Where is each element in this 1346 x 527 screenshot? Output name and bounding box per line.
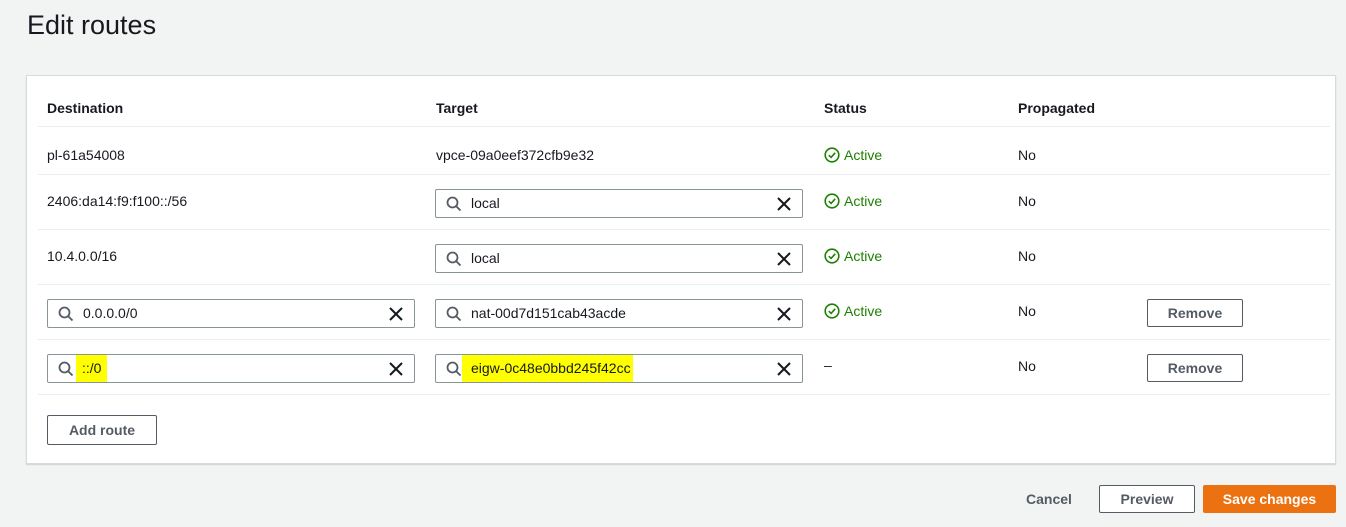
page-title: Edit routes [27,10,157,40]
status-badge: Active [824,146,882,164]
row-divider [38,229,1330,230]
search-icon [446,196,462,212]
status-text: Active [844,303,883,319]
close-icon[interactable] [776,306,792,322]
check-circle-icon [824,147,840,163]
destination-search-input[interactable]: ::/0 [47,354,415,383]
row-divider [38,284,1330,285]
check-circle-icon [824,303,840,319]
target-search-input[interactable]: nat-00d7d151cab43acde [435,299,803,328]
propagated-text: No [1018,248,1036,264]
column-header-destination: Destination [47,100,124,116]
status-text: Active [844,193,883,209]
column-header-target: Target [436,100,478,116]
status-badge: Active [824,192,882,210]
cancel-button[interactable]: Cancel [1026,491,1072,507]
status-badge: Active [824,302,882,320]
check-circle-icon [824,248,840,264]
row-divider [38,394,1330,395]
destination-text: 10.4.0.0/16 [47,248,118,264]
check-circle-icon [824,193,840,209]
target-input-value[interactable]: local [471,245,500,272]
destination-input-value[interactable]: 0.0.0.0/0 [83,300,138,327]
row-divider [38,174,1330,175]
routes-panel: Destination Target Status Propagated pl-… [26,75,1336,464]
header-divider [38,126,1330,127]
status-text: – [824,357,832,373]
close-icon[interactable] [388,361,404,377]
target-search-input[interactable]: eigw-0c48e0bbd245f42cc [435,354,803,383]
status-text: Active [844,147,883,163]
row-divider [38,339,1330,340]
destination-text: 2406:da14:f9:f100::/56 [47,193,188,209]
close-icon[interactable] [776,251,792,267]
preview-button[interactable]: Preview [1099,485,1195,513]
search-icon [446,306,462,322]
add-route-button[interactable]: Add route [47,415,157,445]
remove-route-button[interactable]: Remove [1147,354,1243,382]
close-icon[interactable] [776,196,792,212]
propagated-text: No [1018,147,1036,163]
target-input-value[interactable]: local [471,190,500,217]
save-changes-button[interactable]: Save changes [1203,485,1336,513]
target-search-input[interactable]: local [435,189,803,218]
column-header-status: Status [824,100,867,116]
close-icon[interactable] [388,306,404,322]
destination-input-value[interactable]: ::/0 [76,355,108,382]
propagated-text: No [1018,358,1036,374]
search-icon [446,251,462,267]
search-icon [58,361,74,377]
destination-search-input[interactable]: 0.0.0.0/0 [47,299,415,328]
search-icon [446,361,462,377]
close-icon[interactable] [776,361,792,377]
propagated-text: No [1018,303,1036,319]
target-input-value[interactable]: eigw-0c48e0bbd245f42cc [462,355,633,382]
target-search-input[interactable]: local [435,244,803,273]
remove-route-button[interactable]: Remove [1147,299,1243,327]
search-icon [58,306,74,322]
target-text: vpce-09a0eef372cfb9e32 [436,147,595,163]
propagated-text: No [1018,193,1036,209]
target-input-value[interactable]: nat-00d7d151cab43acde [471,300,626,327]
column-header-propagated: Propagated [1018,100,1096,116]
status-text: Active [844,248,883,264]
status-badge: Active [824,247,882,265]
destination-text: pl-61a54008 [47,147,125,163]
